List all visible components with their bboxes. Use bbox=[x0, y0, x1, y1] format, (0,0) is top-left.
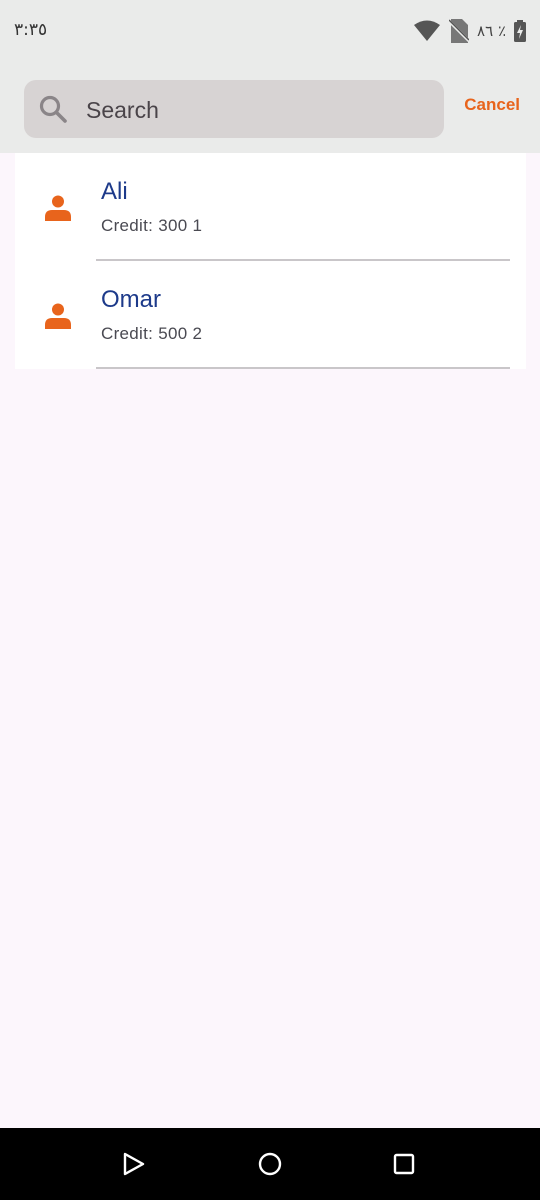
list-item[interactable]: Omar Credit: 500 2 bbox=[15, 261, 526, 369]
battery-percent: ٨٦ ٪ bbox=[477, 22, 506, 40]
home-icon[interactable] bbox=[256, 1150, 284, 1178]
contact-list: Ali Credit: 300 1 Omar Credit: 500 2 bbox=[15, 153, 526, 369]
back-icon[interactable] bbox=[120, 1150, 148, 1178]
recents-icon[interactable] bbox=[390, 1150, 418, 1178]
search-icon bbox=[39, 95, 67, 123]
status-bar: ٣:٣٥ ٨٦ ٪ bbox=[0, 0, 540, 64]
navigation-bar bbox=[0, 1128, 540, 1200]
battery-charging-icon bbox=[514, 20, 526, 42]
contact-name: Omar bbox=[101, 286, 161, 313]
wifi-icon bbox=[414, 20, 441, 41]
cancel-button[interactable]: Cancel bbox=[464, 95, 520, 115]
person-icon bbox=[45, 195, 71, 221]
search-box[interactable] bbox=[24, 80, 444, 140]
contact-credit: Credit: 500 2 bbox=[101, 324, 203, 343]
person-icon bbox=[45, 303, 71, 329]
divider bbox=[96, 367, 510, 369]
status-icons: ٨٦ ٪ bbox=[413, 18, 526, 44]
search-input[interactable] bbox=[84, 80, 428, 140]
status-time: ٣:٣٥ bbox=[14, 20, 48, 40]
contact-credit: Credit: 300 1 bbox=[101, 216, 203, 235]
search-header: Cancel bbox=[0, 64, 540, 153]
contact-name: Ali bbox=[101, 178, 128, 205]
list-item[interactable]: Ali Credit: 300 1 bbox=[15, 153, 526, 261]
no-sim-icon bbox=[449, 19, 470, 43]
